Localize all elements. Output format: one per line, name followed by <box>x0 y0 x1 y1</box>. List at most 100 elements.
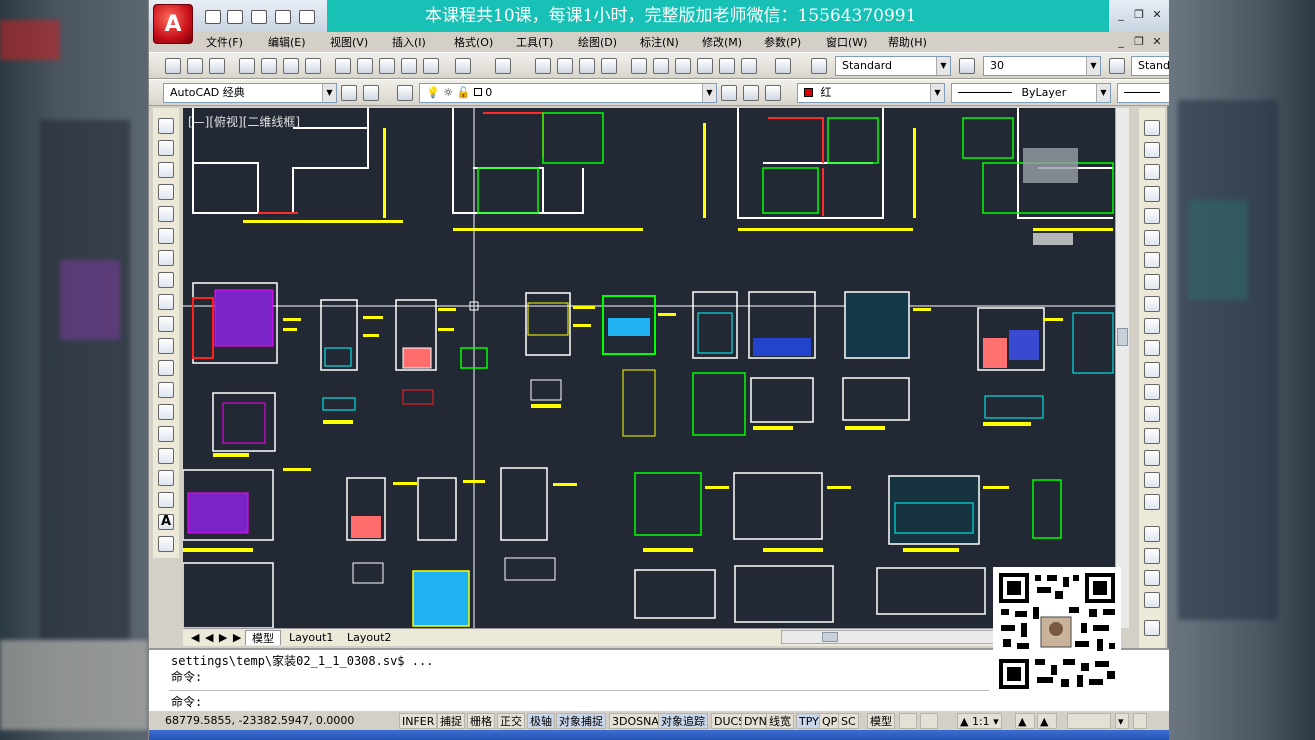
tab-nav-arrows[interactable]: ◀ ◀ ▶ ▶ <box>185 630 248 645</box>
gradient-icon[interactable] <box>158 448 174 464</box>
block-editor-icon[interactable] <box>423 58 439 74</box>
annotation-visibility-icon[interactable]: ▲ <box>1015 713 1035 729</box>
polygon-icon[interactable] <box>158 184 174 200</box>
chevron-down-icon[interactable]: ▼ <box>322 84 336 102</box>
save-icon[interactable] <box>209 58 225 74</box>
open-icon[interactable] <box>187 58 203 74</box>
join-icon[interactable] <box>1144 406 1160 422</box>
drawing-canvas[interactable]: [—][俯视][二维线框] <box>183 108 1115 628</box>
save-as-icon[interactable] <box>275 10 291 24</box>
chevron-down-icon[interactable]: ▼ <box>936 57 950 75</box>
minimize-icon[interactable]: _ <box>1114 8 1128 22</box>
doc-restore-icon[interactable]: ❐ <box>1132 35 1146 49</box>
make-current-icon[interactable] <box>721 85 737 101</box>
menu-window[interactable]: 窗口(W) <box>826 34 867 50</box>
bring-above-icon[interactable] <box>1144 592 1160 608</box>
toggle-grid[interactable]: 栅格 <box>467 713 495 729</box>
tool-palettes-icon[interactable] <box>675 58 691 74</box>
tab-model[interactable]: 模型 <box>245 630 281 645</box>
make-block-icon[interactable] <box>158 382 174 398</box>
scale-icon[interactable] <box>1144 274 1160 290</box>
zoom-realtime-icon[interactable] <box>557 58 573 74</box>
fillet-icon[interactable] <box>1144 450 1160 466</box>
toggle-sc[interactable]: SC <box>838 713 859 729</box>
paste-icon[interactable] <box>379 58 395 74</box>
cut-icon[interactable] <box>335 58 351 74</box>
rectangle-icon[interactable] <box>158 206 174 222</box>
offset-icon[interactable] <box>1144 186 1160 202</box>
point-icon[interactable] <box>158 404 174 420</box>
open-folder-icon[interactable] <box>227 10 243 24</box>
properties-icon[interactable] <box>631 58 647 74</box>
ellipse-icon[interactable] <box>158 316 174 332</box>
menu-modify[interactable]: 修改(M) <box>702 34 742 50</box>
customize-icon[interactable] <box>363 85 379 101</box>
copy-object-icon[interactable] <box>1144 142 1160 158</box>
chevron-down-icon[interactable]: ▼ <box>1086 57 1100 75</box>
hatch-icon[interactable] <box>158 426 174 442</box>
redo-icon[interactable] <box>495 58 511 74</box>
help-icon[interactable] <box>775 58 791 74</box>
preview-icon[interactable] <box>261 58 277 74</box>
tab-layout1[interactable]: Layout1 <box>283 630 339 645</box>
toggle-polar[interactable]: 极轴 <box>527 713 555 729</box>
linetype-select[interactable]: ByLayer ▼ <box>951 83 1111 103</box>
text-style-select[interactable]: Standard ▼ <box>835 56 951 76</box>
trim-icon[interactable] <box>1144 318 1160 334</box>
workspace-settings-icon[interactable] <box>341 85 357 101</box>
line-icon[interactable] <box>158 118 174 134</box>
vertical-scroll-thumb[interactable] <box>1117 328 1128 346</box>
menu-edit[interactable]: 编辑(E) <box>268 34 306 50</box>
break-at-point-icon[interactable] <box>1144 362 1160 378</box>
construction-line-icon[interactable] <box>158 140 174 156</box>
close-icon[interactable]: ✕ <box>1150 8 1164 22</box>
layer-select[interactable]: 💡 ☼ 🔓 0 ▼ <box>419 83 717 103</box>
viewport-controls[interactable]: [—][俯视][二维线框] <box>188 113 300 130</box>
model-space-button[interactable]: 模型 <box>867 713 895 729</box>
circle-icon[interactable] <box>158 250 174 266</box>
autocad-logo-icon[interactable]: A <box>153 4 193 44</box>
menu-tools[interactable]: 工具(T) <box>516 34 553 50</box>
annotation-scale[interactable]: ▲ 1:1 ▾ <box>957 713 1002 729</box>
send-back-icon[interactable] <box>1144 570 1160 586</box>
multiline-text-icon[interactable]: A <box>158 514 174 530</box>
zoom-window-icon[interactable] <box>579 58 595 74</box>
print-icon[interactable] <box>299 10 315 24</box>
layer-states-icon[interactable] <box>765 85 781 101</box>
command-input[interactable]: 命令: <box>169 690 989 710</box>
menu-help[interactable]: 帮助(H) <box>888 34 927 50</box>
text-front-icon[interactable] <box>1144 620 1160 636</box>
restore-icon[interactable]: ❐ <box>1132 8 1146 22</box>
chevron-down-icon[interactable]: ▼ <box>1096 84 1110 102</box>
text-style-icon[interactable] <box>811 58 827 74</box>
design-center-icon[interactable] <box>653 58 669 74</box>
tab-layout2[interactable]: Layout2 <box>341 630 397 645</box>
region-icon[interactable] <box>158 470 174 486</box>
copy-icon[interactable] <box>357 58 373 74</box>
status-menu-icon[interactable]: ▾ <box>1115 713 1129 729</box>
draw-order-icon[interactable] <box>1144 526 1160 542</box>
arc-icon[interactable] <box>158 228 174 244</box>
spline-icon[interactable] <box>158 294 174 310</box>
menu-view[interactable]: 视图(V) <box>330 34 368 50</box>
rotate-icon[interactable] <box>1144 252 1160 268</box>
zoom-previous-icon[interactable] <box>601 58 617 74</box>
menu-draw[interactable]: 绘图(D) <box>578 34 617 50</box>
new-icon[interactable] <box>165 58 181 74</box>
toggle-tpy[interactable]: TPY <box>796 713 822 729</box>
markup-icon[interactable] <box>719 58 735 74</box>
pan-icon[interactable] <box>535 58 551 74</box>
layer-previous-icon[interactable] <box>743 85 759 101</box>
text-height-select[interactable]: 30 ▼ <box>983 56 1101 76</box>
workspace-switch-icon[interactable] <box>1067 713 1111 729</box>
extend-icon[interactable] <box>1144 340 1160 356</box>
toggle-snap[interactable]: 捕捉 <box>437 713 465 729</box>
quick-view-layouts-icon[interactable] <box>899 713 917 729</box>
menu-parametric[interactable]: 参数(P) <box>764 34 801 50</box>
3d-dwf-icon[interactable] <box>305 58 321 74</box>
dim-style-select[interactable]: Stand <box>1131 56 1169 76</box>
match-properties-icon[interactable] <box>401 58 417 74</box>
menu-insert[interactable]: 插入(I) <box>392 34 426 50</box>
explode-icon[interactable] <box>1144 494 1160 510</box>
dim-style-icon[interactable] <box>959 58 975 74</box>
